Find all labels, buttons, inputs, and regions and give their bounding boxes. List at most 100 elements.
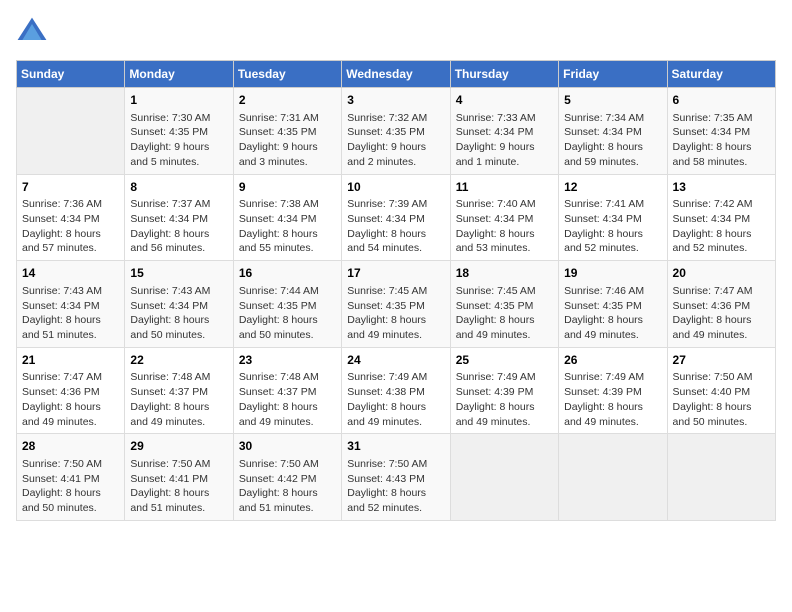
day-info: Sunrise: 7:33 AM Sunset: 4:34 PM Dayligh… [456, 111, 553, 170]
calendar-cell: 10Sunrise: 7:39 AM Sunset: 4:34 PM Dayli… [342, 174, 450, 261]
header-day-friday: Friday [559, 61, 667, 88]
day-number: 7 [22, 179, 119, 196]
calendar-cell [559, 434, 667, 521]
header-day-tuesday: Tuesday [233, 61, 341, 88]
day-info: Sunrise: 7:48 AM Sunset: 4:37 PM Dayligh… [130, 370, 227, 429]
day-info: Sunrise: 7:50 AM Sunset: 4:40 PM Dayligh… [673, 370, 770, 429]
day-number: 14 [22, 265, 119, 282]
day-info: Sunrise: 7:50 AM Sunset: 4:42 PM Dayligh… [239, 457, 336, 516]
day-number: 23 [239, 352, 336, 369]
day-info: Sunrise: 7:49 AM Sunset: 4:38 PM Dayligh… [347, 370, 444, 429]
calendar-header: SundayMondayTuesdayWednesdayThursdayFrid… [17, 61, 776, 88]
day-number: 11 [456, 179, 553, 196]
day-number: 10 [347, 179, 444, 196]
day-number: 15 [130, 265, 227, 282]
day-info: Sunrise: 7:38 AM Sunset: 4:34 PM Dayligh… [239, 197, 336, 256]
calendar-cell: 17 Sunrise: 7:45 AM Sunset: 4:35 PM Dayli… [342, 261, 450, 348]
day-number: 6 [673, 92, 770, 109]
day-info: Sunrise: 7:34 AM Sunset: 4:34 PM Dayligh… [564, 111, 661, 170]
day-info: Sunrise: 7:44 AM Sunset: 4:35 PM Dayligh… [239, 284, 336, 343]
calendar-cell: 5Sunrise: 7:34 AM Sunset: 4:34 PM Daylig… [559, 88, 667, 175]
day-number: 2 [239, 92, 336, 109]
day-number: 3 [347, 92, 444, 109]
header-day-wednesday: Wednesday [342, 61, 450, 88]
calendar-week-2: 7Sunrise: 7:36 AM Sunset: 4:34 PM Daylig… [17, 174, 776, 261]
day-info: Sunrise: 7:31 AM Sunset: 4:35 PM Dayligh… [239, 111, 336, 170]
calendar-cell: 21Sunrise: 7:47 AM Sunset: 4:36 PM Dayli… [17, 347, 125, 434]
calendar-cell: 9Sunrise: 7:38 AM Sunset: 4:34 PM Daylig… [233, 174, 341, 261]
day-number: 16 [239, 265, 336, 282]
calendar-cell: 31Sunrise: 7:50 AM Sunset: 4:43 PM Dayli… [342, 434, 450, 521]
calendar-cell: 3 Sunrise: 7:32 AM Sunset: 4:35 PM Daylig… [342, 88, 450, 175]
calendar-cell: 23Sunrise: 7:48 AM Sunset: 4:37 PM Dayli… [233, 347, 341, 434]
day-info: Sunrise: 7:50 AM Sunset: 4:43 PM Dayligh… [347, 457, 444, 516]
day-number: 19 [564, 265, 661, 282]
calendar-cell: 13Sunrise: 7:42 AM Sunset: 4:34 PM Dayli… [667, 174, 775, 261]
calendar-cell: 14 Sunrise: 7:43 AM Sunset: 4:34 PM Dayli… [17, 261, 125, 348]
day-number: 9 [239, 179, 336, 196]
day-info: Sunrise: 7:43 AM Sunset: 4:34 PM Dayligh… [22, 284, 119, 343]
day-number: 8 [130, 179, 227, 196]
day-number: 22 [130, 352, 227, 369]
day-info: Sunrise: 7:32 AM Sunset: 4:35 PM Dayligh… [347, 111, 444, 170]
calendar-cell: 16 Sunrise: 7:44 AM Sunset: 4:35 PM Dayli… [233, 261, 341, 348]
calendar-cell: 20 Sunrise: 7:47 AM Sunset: 4:36 PM Dayli… [667, 261, 775, 348]
page-header [16, 16, 776, 48]
calendar-cell: 26Sunrise: 7:49 AM Sunset: 4:39 PM Dayli… [559, 347, 667, 434]
day-info: Sunrise: 7:49 AM Sunset: 4:39 PM Dayligh… [456, 370, 553, 429]
header-day-monday: Monday [125, 61, 233, 88]
calendar-cell: 22Sunrise: 7:48 AM Sunset: 4:37 PM Dayli… [125, 347, 233, 434]
calendar-cell: 6Sunrise: 7:35 AM Sunset: 4:34 PM Daylig… [667, 88, 775, 175]
day-info: Sunrise: 7:41 AM Sunset: 4:34 PM Dayligh… [564, 197, 661, 256]
day-number: 4 [456, 92, 553, 109]
day-number: 12 [564, 179, 661, 196]
calendar-cell: 27Sunrise: 7:50 AM Sunset: 4:40 PM Dayli… [667, 347, 775, 434]
day-number: 26 [564, 352, 661, 369]
calendar-cell: 11Sunrise: 7:40 AM Sunset: 4:34 PM Dayli… [450, 174, 558, 261]
day-info: Sunrise: 7:50 AM Sunset: 4:41 PM Dayligh… [130, 457, 227, 516]
calendar-cell: 7Sunrise: 7:36 AM Sunset: 4:34 PM Daylig… [17, 174, 125, 261]
day-info: Sunrise: 7:46 AM Sunset: 4:35 PM Dayligh… [564, 284, 661, 343]
day-info: Sunrise: 7:39 AM Sunset: 4:34 PM Dayligh… [347, 197, 444, 256]
day-number: 30 [239, 438, 336, 455]
day-info: Sunrise: 7:45 AM Sunset: 4:35 PM Dayligh… [347, 284, 444, 343]
calendar-cell: 8Sunrise: 7:37 AM Sunset: 4:34 PM Daylig… [125, 174, 233, 261]
calendar-week-1: 1Sunrise: 7:30 AM Sunset: 4:35 PM Daylig… [17, 88, 776, 175]
calendar-cell: 4 Sunrise: 7:33 AM Sunset: 4:34 PM Daylig… [450, 88, 558, 175]
calendar-cell: 19 Sunrise: 7:46 AM Sunset: 4:35 PM Dayli… [559, 261, 667, 348]
day-info: Sunrise: 7:47 AM Sunset: 4:36 PM Dayligh… [673, 284, 770, 343]
day-number: 13 [673, 179, 770, 196]
calendar-cell: 15Sunrise: 7:43 AM Sunset: 4:34 PM Dayli… [125, 261, 233, 348]
calendar-cell: 2 Sunrise: 7:31 AM Sunset: 4:35 PM Daylig… [233, 88, 341, 175]
day-number: 1 [130, 92, 227, 109]
day-info: Sunrise: 7:36 AM Sunset: 4:34 PM Dayligh… [22, 197, 119, 256]
calendar-cell: 28 Sunrise: 7:50 AM Sunset: 4:41 PM Dayli… [17, 434, 125, 521]
header-day-saturday: Saturday [667, 61, 775, 88]
calendar-table: SundayMondayTuesdayWednesdayThursdayFrid… [16, 60, 776, 521]
day-number: 17 [347, 265, 444, 282]
day-number: 28 [22, 438, 119, 455]
calendar-cell: 30 Sunrise: 7:50 AM Sunset: 4:42 PM Dayli… [233, 434, 341, 521]
day-info: Sunrise: 7:47 AM Sunset: 4:36 PM Dayligh… [22, 370, 119, 429]
day-number: 18 [456, 265, 553, 282]
day-number: 20 [673, 265, 770, 282]
day-number: 25 [456, 352, 553, 369]
calendar-cell: 12Sunrise: 7:41 AM Sunset: 4:34 PM Dayli… [559, 174, 667, 261]
calendar-cell [450, 434, 558, 521]
logo [16, 16, 52, 48]
day-info: Sunrise: 7:45 AM Sunset: 4:35 PM Dayligh… [456, 284, 553, 343]
calendar-cell: 24Sunrise: 7:49 AM Sunset: 4:38 PM Dayli… [342, 347, 450, 434]
calendar-week-5: 28 Sunrise: 7:50 AM Sunset: 4:41 PM Dayli… [17, 434, 776, 521]
day-info: Sunrise: 7:48 AM Sunset: 4:37 PM Dayligh… [239, 370, 336, 429]
calendar-week-3: 14 Sunrise: 7:43 AM Sunset: 4:34 PM Dayli… [17, 261, 776, 348]
day-info: Sunrise: 7:49 AM Sunset: 4:39 PM Dayligh… [564, 370, 661, 429]
day-info: Sunrise: 7:50 AM Sunset: 4:41 PM Dayligh… [22, 457, 119, 516]
logo-icon [16, 16, 48, 48]
calendar-cell: 25Sunrise: 7:49 AM Sunset: 4:39 PM Dayli… [450, 347, 558, 434]
day-number: 27 [673, 352, 770, 369]
day-number: 24 [347, 352, 444, 369]
calendar-cell [17, 88, 125, 175]
header-day-thursday: Thursday [450, 61, 558, 88]
calendar-body: 1Sunrise: 7:30 AM Sunset: 4:35 PM Daylig… [17, 88, 776, 521]
header-row: SundayMondayTuesdayWednesdayThursdayFrid… [17, 61, 776, 88]
